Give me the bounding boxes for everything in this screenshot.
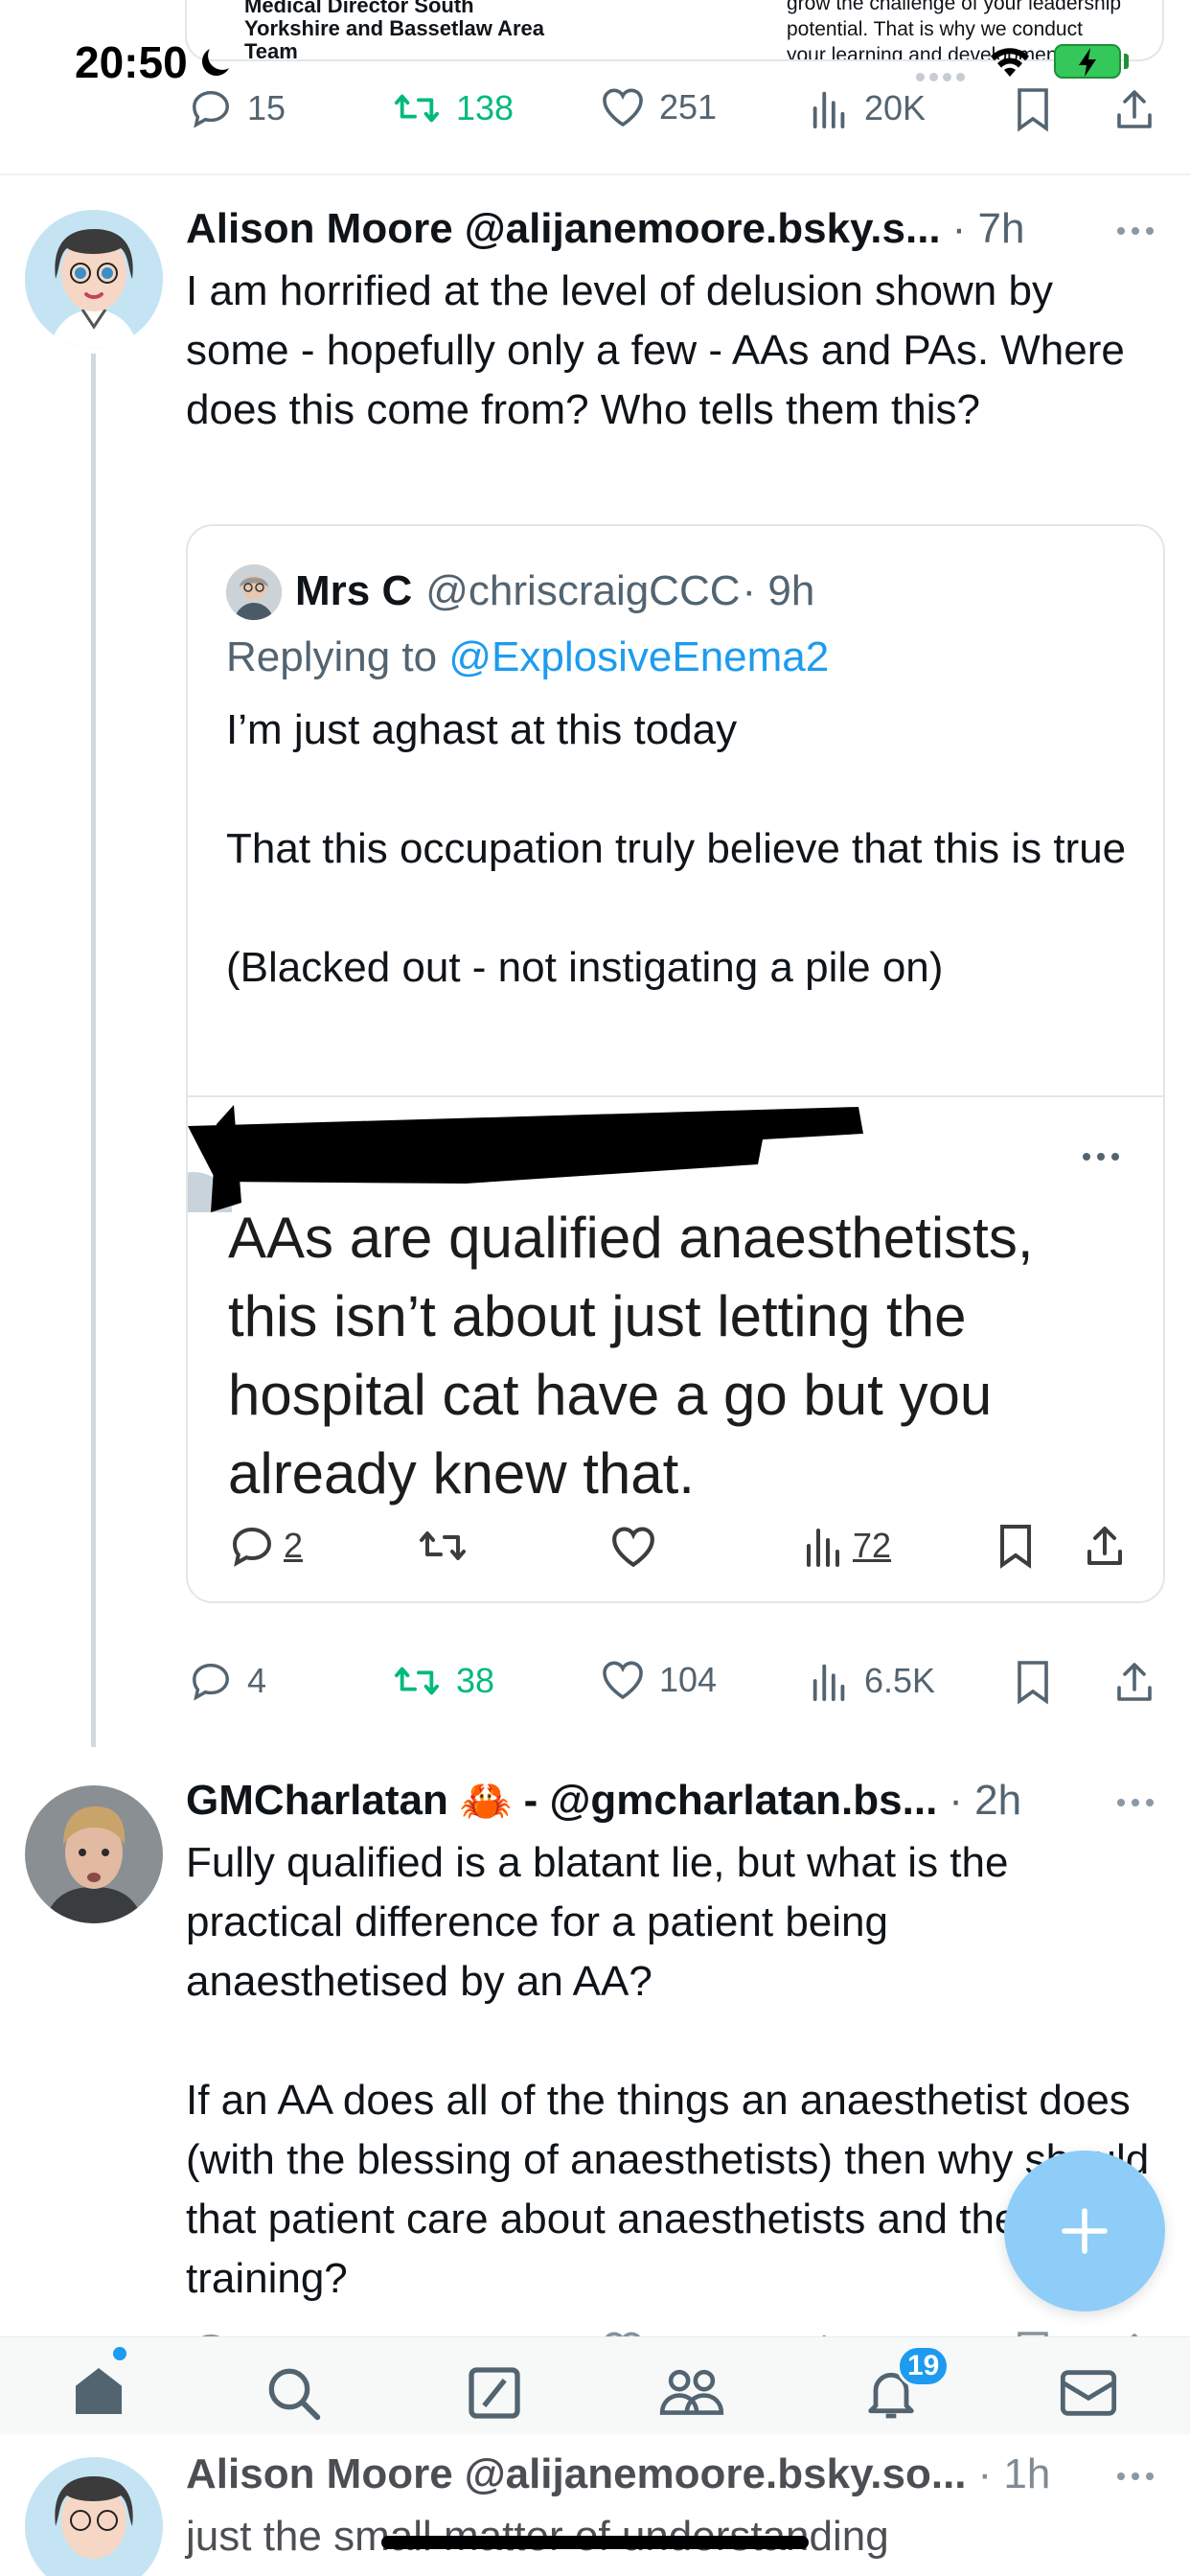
status-bar: 20:50 (0, 0, 1190, 96)
search-icon[interactable] (263, 2362, 324, 2424)
author-handle[interactable]: @alijanemoore.bsky.s... (465, 205, 941, 253)
reply-count: 15 (247, 88, 286, 127)
repost-icon (394, 94, 439, 123)
more-options-icon[interactable] (1117, 1799, 1154, 1806)
author-handle[interactable]: @alijanemoore.bsky.so... (465, 2450, 967, 2498)
share-icon[interactable] (1113, 1659, 1156, 1705)
notifications-badge: 19 (897, 2345, 950, 2387)
views-icon (812, 1664, 845, 1702)
quote-tweet[interactable]: Mrs C @chriscraigCCC · 9h Replying to @E… (186, 524, 1165, 1603)
repost-icon (394, 1667, 439, 1695)
post-time: · 2h (949, 1777, 1022, 1824)
repost-icon (420, 1531, 466, 1560)
bookmark-icon[interactable] (1014, 86, 1052, 132)
quote-text: I’m just aghast at this today That this … (226, 706, 1127, 991)
repost-button[interactable]: 38 (391, 1659, 494, 1703)
post-time: · 1h (977, 2450, 1051, 2497)
post-header: GMCharlatan 🦀 - @gmcharlatan.bs... · 2h (186, 1774, 1115, 1828)
author-handle[interactable]: - @gmcharlatan.bs... (524, 1777, 938, 1825)
replying-to: Replying to @ExplosiveEnema2 (226, 633, 830, 680)
more-options-icon[interactable] (1117, 2472, 1154, 2480)
home-indicator (381, 2536, 809, 2549)
image-reply-count: 2 (284, 1526, 304, 1565)
post-time: · 7h (951, 205, 1025, 252)
views-count: 6.5K (864, 1661, 936, 1700)
grok-icon[interactable] (464, 2362, 525, 2424)
post-alison-moore-reply[interactable]: Alison Moore @alijanemoore.bsky.so... · … (0, 2434, 1190, 2576)
moon-icon (201, 49, 229, 76)
quote-header: Mrs C @chriscraigCCC · 9h (295, 563, 814, 620)
image-more-icon (1083, 1153, 1119, 1161)
reply-icon (193, 1663, 229, 1701)
image-actions: 2 72 (228, 1523, 1138, 1571)
thread-line (91, 354, 96, 1747)
post-header: Alison Moore @alijanemoore.bsky.so... · … (186, 2448, 1115, 2501)
post-text: I am horrified at the level of delusion … (186, 267, 1125, 433)
reply-button[interactable]: 4 (188, 1659, 266, 1703)
replying-handle[interactable]: @ExplosiveEnema2 (448, 633, 829, 680)
post-alison-moore[interactable]: Alison Moore @alijanemoore.bsky.s... · 7… (0, 175, 1190, 1747)
views-icon (812, 91, 845, 129)
top-actions: 15 138 251 20K (188, 86, 1165, 136)
image-text: AAs are qualified anaesthetists, this is… (228, 1206, 1034, 1506)
author-name[interactable]: GMCharlatan (186, 1777, 448, 1825)
plus-icon (1062, 2208, 1108, 2254)
image-view-count: 72 (853, 1526, 892, 1565)
tab-home[interactable] (67, 2347, 130, 2426)
bookmark-icon[interactable] (1014, 1659, 1052, 1705)
crab-emoji: 🦀 (459, 1778, 513, 1825)
share-icon (1087, 1527, 1122, 1565)
unread-dot (113, 2347, 126, 2360)
reply-icon (193, 90, 229, 128)
reply-icon (232, 1527, 272, 1567)
avatar[interactable] (25, 210, 163, 348)
views-button[interactable]: 20K (809, 86, 926, 130)
views-button[interactable]: 6.5K (809, 1659, 935, 1703)
views-icon (807, 1529, 839, 1567)
tab-notifications[interactable]: 19 (860, 2345, 950, 2428)
compose-button[interactable] (1004, 2150, 1165, 2312)
author-name[interactable]: Alison Moore (186, 2450, 453, 2498)
heart-icon (603, 88, 643, 127)
avatar[interactable] (25, 1785, 163, 1923)
like-button[interactable]: 104 (600, 1659, 717, 1701)
quote-avatar (226, 564, 282, 620)
more-options-icon[interactable] (1117, 227, 1154, 235)
quote-author: Mrs C (295, 567, 413, 614)
post-gmcharlatan[interactable]: GMCharlatan 🦀 - @gmcharlatan.bs... · 2h … (0, 1747, 1190, 2376)
repost-button[interactable]: 138 (391, 86, 514, 130)
repost-count: 38 (456, 1661, 495, 1700)
home-icon (76, 2368, 122, 2414)
quote-image[interactable]: AAs are qualified anaesthetists, this is… (188, 1095, 1163, 1601)
avatar[interactable] (25, 2457, 163, 2576)
post-header: Alison Moore @alijanemoore.bsky.s... · 7… (186, 202, 1115, 256)
like-count: 251 (659, 87, 718, 126)
quote-time: · 9h (742, 567, 815, 614)
share-icon[interactable] (1113, 86, 1156, 132)
like-count: 104 (659, 1660, 718, 1699)
heart-icon (603, 1661, 643, 1700)
views-count: 20K (864, 88, 927, 127)
heart-icon (612, 1527, 654, 1568)
like-button[interactable]: 251 (600, 86, 717, 128)
reply-button[interactable]: 15 (188, 86, 286, 130)
wifi-icon (991, 48, 1029, 77)
repost-count: 138 (456, 88, 515, 127)
bookmark-icon (1000, 1525, 1031, 1569)
quote-handle: @chriscraigCCC (425, 567, 741, 614)
post-actions: 4 38 104 6.5K (188, 1659, 1165, 1709)
reply-count: 4 (247, 1661, 267, 1700)
communities-icon[interactable] (657, 2362, 726, 2424)
bottom-tab-bar: 19 (0, 2336, 1190, 2434)
redaction-mark (188, 1105, 863, 1212)
messages-icon[interactable] (1058, 2364, 1119, 2422)
author-name[interactable]: Alison Moore (186, 205, 453, 253)
battery-icon (1054, 44, 1121, 79)
notch-dots (916, 73, 965, 81)
status-time: 20:50 (75, 37, 188, 87)
